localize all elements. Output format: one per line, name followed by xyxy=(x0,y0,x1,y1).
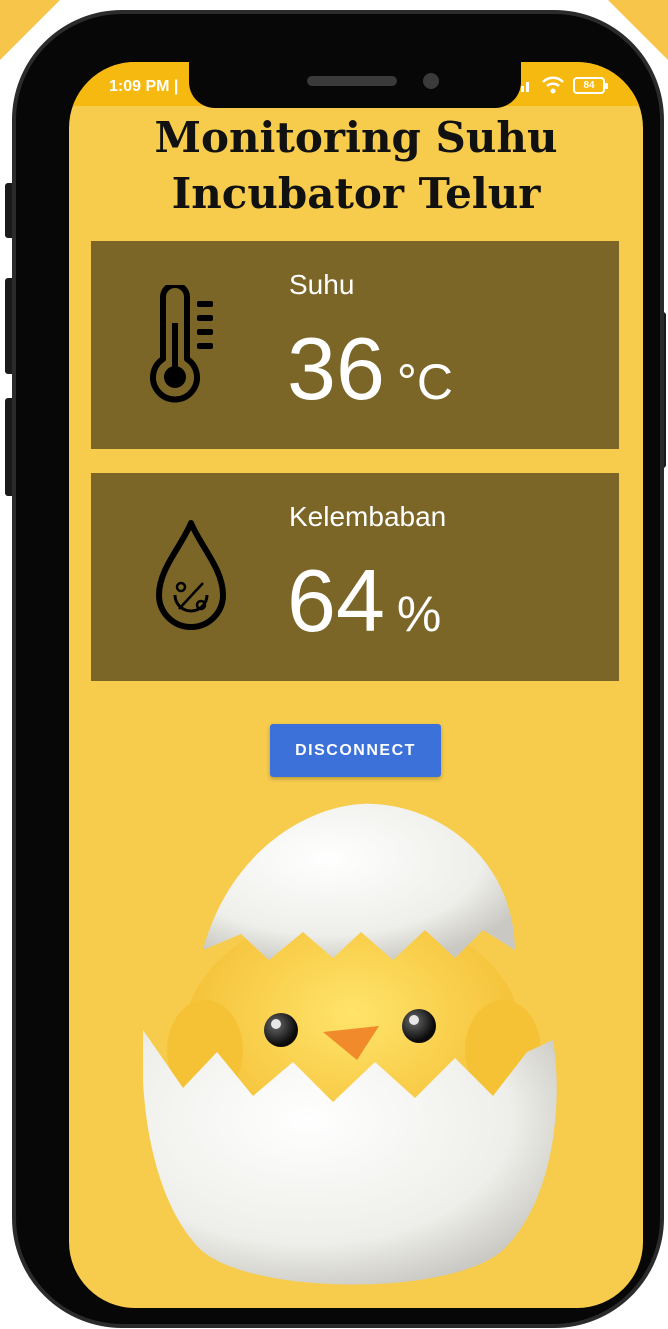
wifi-icon xyxy=(542,76,564,94)
front-camera xyxy=(423,73,439,89)
humidity-label: Kelembaban xyxy=(289,501,447,532)
battery-icon: 84 xyxy=(573,76,608,94)
temperature-value: 36 xyxy=(287,319,385,418)
humidity-card: Kelembaban 64% xyxy=(91,473,619,681)
humidity-drop-icon xyxy=(156,520,226,630)
battery-level: 84 xyxy=(583,79,595,91)
phone-frame: 1:09 PM | 84 Monitoring Suhu Incubator T… xyxy=(12,10,664,1328)
speaker-grille xyxy=(307,76,397,86)
device-mockup: 1:09 PM | 84 Monitoring Suhu Incubator T… xyxy=(0,0,668,1329)
status-icons: 84 xyxy=(521,76,608,94)
temperature-reading: 36 °C xyxy=(287,319,453,419)
title-line-1: Monitoring Suhu xyxy=(154,113,558,162)
status-time: 1:09 PM | xyxy=(109,78,179,95)
hatching-chick-illustration xyxy=(143,803,557,1285)
phone-notch xyxy=(189,62,521,108)
thermometer-icon xyxy=(150,285,213,403)
humidity-value: 64 xyxy=(287,551,385,650)
humidity-unit: % xyxy=(396,586,442,642)
title-line-2: Incubator Telur xyxy=(171,169,541,218)
temperature-unit: °C xyxy=(396,354,453,410)
app-screen: 1:09 PM | 84 Monitoring Suhu Incubator T… xyxy=(69,62,643,1308)
temperature-label: Suhu xyxy=(289,269,355,300)
humidity-reading: 64% xyxy=(287,551,441,651)
signal-icon xyxy=(521,82,529,92)
disconnect-button[interactable]: DISCONNECT xyxy=(270,724,441,777)
temperature-card: Suhu 36 °C xyxy=(91,241,619,449)
page-title: Monitoring Suhu Incubator Telur xyxy=(69,110,643,222)
